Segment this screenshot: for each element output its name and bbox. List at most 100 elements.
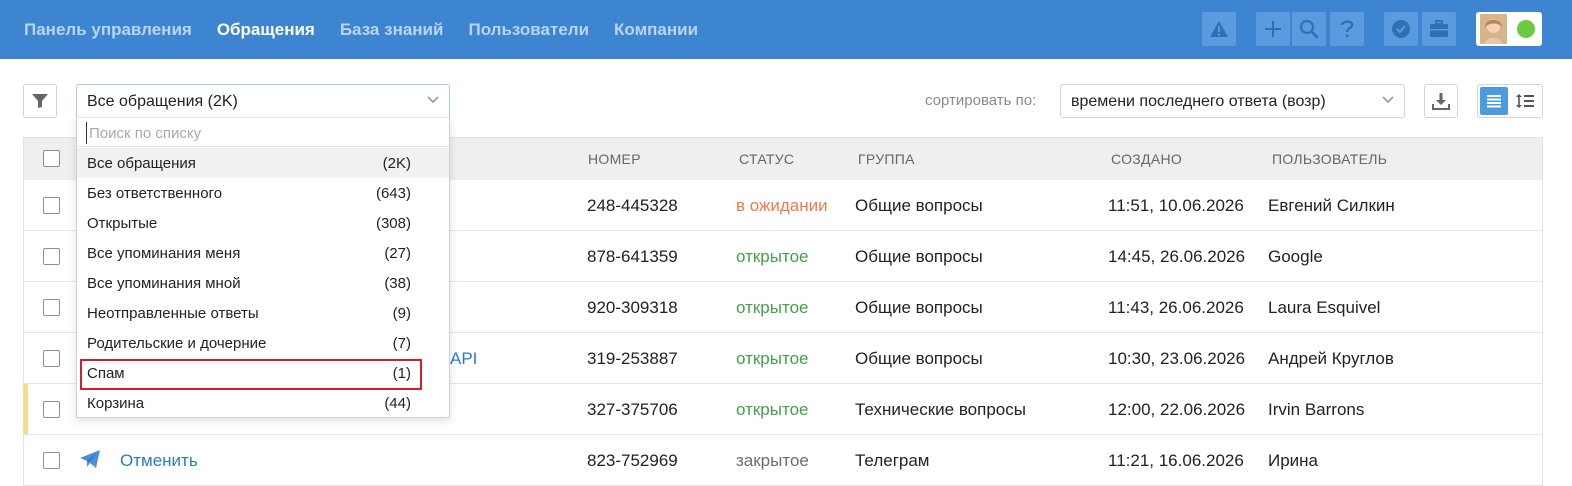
export-button[interactable] bbox=[1424, 84, 1458, 118]
ticket-subject[interactable]: API bbox=[450, 349, 477, 369]
dropdown-option-spam[interactable]: Спам (1) bbox=[77, 358, 449, 390]
row-checkbox[interactable] bbox=[43, 452, 60, 469]
ticket-group: Телеграм bbox=[855, 451, 930, 470]
briefcase-button[interactable] bbox=[1422, 12, 1456, 46]
dropdown-option-unsent-replies[interactable]: Неотправленные ответы (9) bbox=[77, 298, 449, 328]
row-checkbox[interactable] bbox=[43, 248, 60, 265]
ticket-status: в ожидании bbox=[736, 196, 828, 215]
ticket-subject[interactable]: Отменить bbox=[120, 451, 198, 471]
chevron-down-icon bbox=[427, 96, 439, 104]
warning-icon bbox=[1210, 21, 1228, 37]
avatar bbox=[1480, 14, 1507, 44]
row-checkbox[interactable] bbox=[43, 299, 60, 316]
ticket-number: 878-641359 bbox=[587, 247, 678, 266]
column-user[interactable]: ПОЛЬЗОВАТЕЛЬ bbox=[1272, 151, 1387, 167]
option-label: Все обращения bbox=[87, 155, 196, 172]
ticket-group: Общие вопросы bbox=[855, 349, 983, 368]
option-label: Все упоминания меня bbox=[87, 245, 241, 262]
dropdown-option-parent-child[interactable]: Родительские и дочерние (7) bbox=[77, 328, 449, 358]
column-number[interactable]: НОМЕР bbox=[588, 151, 641, 167]
ticket-user[interactable]: Irvin Barrons bbox=[1268, 400, 1364, 420]
column-group[interactable]: ГРУППА bbox=[858, 151, 915, 167]
ticket-user[interactable]: Евгений Силкин bbox=[1268, 196, 1395, 216]
option-count: (38) bbox=[384, 275, 411, 292]
help-button[interactable] bbox=[1330, 12, 1364, 46]
filter-button[interactable] bbox=[23, 84, 57, 118]
ticket-user[interactable]: Laura Esquivel bbox=[1268, 298, 1380, 318]
option-count: (1) bbox=[392, 365, 411, 382]
ticket-view-dropdown: Все обращения (2K) Без ответственного (6… bbox=[76, 117, 450, 418]
plus-icon bbox=[1265, 21, 1281, 37]
sort-select[interactable]: времени последнего ответа (возр) bbox=[1060, 84, 1405, 118]
option-label: Все упоминания мной bbox=[87, 275, 241, 292]
ticket-view-select[interactable]: Все обращения (2K) bbox=[76, 84, 450, 118]
nav-knowledge-base[interactable]: База знаний bbox=[340, 20, 444, 40]
badge-check-icon bbox=[1392, 20, 1410, 38]
ticket-group: Технические вопросы bbox=[855, 400, 1026, 419]
user-menu[interactable] bbox=[1476, 12, 1542, 46]
option-count: (44) bbox=[384, 395, 411, 412]
select-all-checkbox[interactable] bbox=[43, 150, 60, 167]
option-count: (643) bbox=[375, 185, 411, 202]
option-label: Родительские и дочерние bbox=[87, 335, 267, 352]
ticket-group: Общие вопросы bbox=[855, 298, 983, 317]
sort-label: сортировать по: bbox=[925, 92, 1037, 109]
ticket-created: 14:45, 26.06.2026 bbox=[1108, 247, 1246, 266]
ticket-status: открытое bbox=[736, 349, 809, 368]
ticket-created: 10:30, 23.06.2026 bbox=[1108, 349, 1246, 368]
ticket-number: 248-445328 bbox=[587, 196, 678, 215]
option-label: Неотправленные ответы bbox=[87, 305, 259, 322]
option-count: (7) bbox=[392, 335, 411, 352]
dropdown-option-trash[interactable]: Корзина (44) bbox=[77, 388, 449, 418]
ticket-number: 920-309318 bbox=[587, 298, 678, 317]
ticket-group: Общие вопросы bbox=[855, 196, 983, 215]
online-status-indicator bbox=[1517, 20, 1535, 38]
ticket-group: Общие вопросы bbox=[855, 247, 983, 266]
help-icon bbox=[1340, 20, 1354, 38]
ticket-number: 319-253887 bbox=[587, 349, 678, 368]
option-label: Открытые bbox=[87, 215, 158, 232]
nav-companies[interactable]: Компании bbox=[614, 20, 698, 40]
ticket-status: открытое bbox=[736, 298, 809, 317]
option-count: (9) bbox=[392, 305, 411, 322]
dropdown-option-mentions-by-me[interactable]: Все упоминания мной (38) bbox=[77, 268, 449, 298]
warning-button[interactable] bbox=[1202, 12, 1236, 46]
dropdown-search-input[interactable] bbox=[86, 122, 436, 144]
ticket-created: 11:21, 16.06.2026 bbox=[1108, 451, 1244, 470]
ticket-user[interactable]: Андрей Круглов bbox=[1268, 349, 1394, 369]
compact-view-button[interactable] bbox=[1511, 87, 1539, 115]
dropdown-option-all[interactable]: Все обращения (2K) bbox=[77, 148, 449, 178]
column-created[interactable]: СОЗДАНО bbox=[1111, 151, 1182, 167]
table-row[interactable]: Отменить 823-752969 закрытое Телеграм 11… bbox=[24, 435, 1542, 486]
nav-dashboard[interactable]: Панель управления bbox=[24, 20, 192, 40]
ticket-user[interactable]: Ирина bbox=[1268, 451, 1318, 471]
briefcase-icon bbox=[1430, 20, 1448, 37]
row-checkbox[interactable] bbox=[43, 401, 60, 418]
ticket-user[interactable]: Google bbox=[1268, 247, 1323, 267]
main-nav: Панель управления Обращения База знаний … bbox=[24, 0, 723, 59]
search-icon bbox=[1299, 19, 1319, 39]
chevron-down-icon bbox=[1382, 96, 1394, 104]
dropdown-option-unassigned[interactable]: Без ответственного (643) bbox=[77, 178, 449, 208]
dropdown-option-mentions-me[interactable]: Все упоминания меня (27) bbox=[77, 238, 449, 268]
view-toggle bbox=[1477, 84, 1543, 118]
option-label: Без ответственного bbox=[87, 185, 223, 202]
option-label: Спам bbox=[87, 365, 125, 382]
create-button[interactable] bbox=[1256, 12, 1290, 46]
ticket-created: 11:51, 10.06.2026 bbox=[1108, 196, 1244, 215]
download-icon bbox=[1432, 93, 1450, 110]
verified-button[interactable] bbox=[1384, 12, 1418, 46]
option-count: (27) bbox=[384, 245, 411, 262]
row-checkbox[interactable] bbox=[43, 197, 60, 214]
dropdown-option-open[interactable]: Открытые (308) bbox=[77, 208, 449, 238]
nav-tickets[interactable]: Обращения bbox=[217, 20, 315, 40]
top-navigation-bar: Панель управления Обращения База знаний … bbox=[0, 0, 1572, 59]
row-checkbox[interactable] bbox=[43, 350, 60, 367]
column-status[interactable]: СТАТУС bbox=[739, 151, 794, 167]
nav-users[interactable]: Пользователи bbox=[468, 20, 589, 40]
list-view-button[interactable] bbox=[1480, 87, 1508, 115]
ticket-created: 11:43, 26.06.2026 bbox=[1108, 298, 1244, 317]
dropdown-search bbox=[77, 117, 449, 147]
ticket-status: открытое bbox=[736, 247, 809, 266]
search-button[interactable] bbox=[1292, 12, 1326, 46]
